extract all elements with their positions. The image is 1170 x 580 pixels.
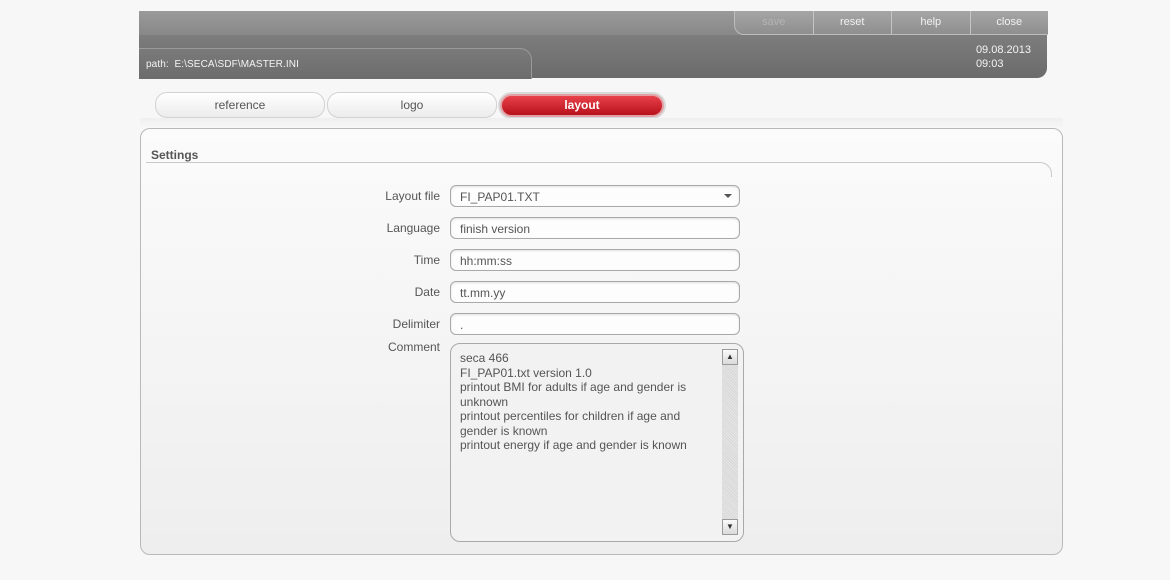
settings-title-divider <box>146 162 1052 177</box>
layout-file-label: Layout file <box>385 189 440 203</box>
settings-panel: Settings Layout file FI_PAP01.TXT Langua… <box>140 128 1063 555</box>
save-button[interactable]: save <box>735 11 814 34</box>
header-bar: path: E:\SECA\SDF\MASTER.INI save reset … <box>139 11 1048 79</box>
tabs-divider <box>140 118 1063 128</box>
time-format-value: hh:mm:ss <box>460 254 513 268</box>
header-button-group: save reset help close <box>734 11 1048 35</box>
comment-line: printout energy if age and gender is kno… <box>460 438 687 452</box>
path-display: path: E:\SECA\SDF\MASTER.INI <box>146 59 299 70</box>
chevron-down-icon[interactable] <box>724 194 732 198</box>
comment-textarea[interactable]: seca 466 FI_PAP01.txt version 1.0 printo… <box>450 343 744 542</box>
current-time: 09:03 <box>975 58 1004 70</box>
time-label: Time <box>413 253 440 267</box>
date-time-display: 09.08.2013 09:03 <box>976 43 1031 71</box>
comment-label: Comment <box>387 340 440 354</box>
comment-line: printout percentiles for children if age… <box>460 409 681 438</box>
path-label: path: <box>146 59 169 70</box>
layout-file-dropdown[interactable]: FI_PAP01.TXT <box>450 185 740 207</box>
comment-text: seca 466 FI_PAP01.txt version 1.0 printo… <box>460 351 715 453</box>
date-label: Date <box>414 285 440 299</box>
delimiter-label: Delimiter <box>392 317 440 331</box>
language-field[interactable]: finish version <box>450 217 740 239</box>
date-format-field[interactable]: tt.mm.yy <box>450 281 740 303</box>
tab-reference[interactable]: reference <box>155 92 325 118</box>
close-button[interactable]: close <box>971 11 1049 34</box>
language-value: finish version <box>460 222 531 236</box>
delimiter-value: . <box>460 318 464 332</box>
time-format-field[interactable]: hh:mm:ss <box>450 249 740 271</box>
help-button[interactable]: help <box>892 11 971 34</box>
current-date: 09.08.2013 <box>975 44 1031 56</box>
comment-line: printout BMI for adults if age and gende… <box>460 380 687 409</box>
layout-file-value: FI_PAP01.TXT <box>460 190 540 204</box>
comment-line: seca 466 <box>460 351 509 365</box>
reset-button[interactable]: reset <box>814 11 892 34</box>
scroll-down-icon[interactable]: ▼ <box>722 519 738 535</box>
date-format-value: tt.mm.yy <box>460 286 506 300</box>
tab-logo[interactable]: logo <box>327 92 497 118</box>
scroll-up-icon[interactable]: ▲ <box>722 349 738 365</box>
path-value: E:\SECA\SDF\MASTER.INI <box>174 59 299 70</box>
comment-line: FI_PAP01.txt version 1.0 <box>460 365 592 380</box>
settings-title: Settings <box>151 148 199 162</box>
tab-layout[interactable]: layout <box>500 94 664 117</box>
comment-scrollbar[interactable]: ▲ ▼ <box>722 349 738 535</box>
language-label: Language <box>386 221 440 235</box>
delimiter-field[interactable]: . <box>450 313 740 335</box>
